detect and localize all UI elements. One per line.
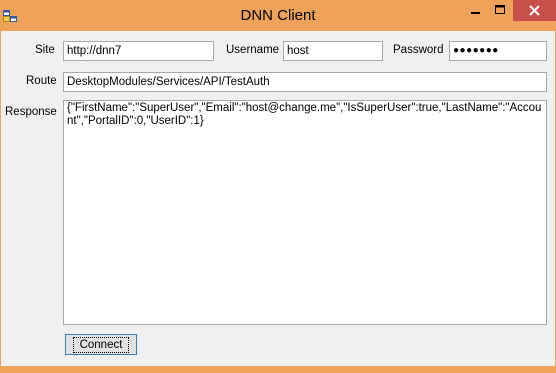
close-icon	[529, 5, 540, 16]
username-input[interactable]	[283, 41, 383, 61]
site-input[interactable]	[63, 41, 214, 61]
window-bottom-border	[0, 366, 556, 373]
client-area: Site Username Password ●●●●●●● Route Res…	[1, 31, 555, 366]
minimize-button[interactable]	[462, 0, 488, 21]
maximize-icon	[495, 5, 505, 14]
route-label: Route	[26, 75, 57, 87]
connect-button[interactable]: Connect	[65, 334, 137, 355]
route-input[interactable]	[63, 72, 547, 92]
response-label: Response	[5, 106, 57, 118]
site-label: Site	[35, 44, 55, 56]
title-bar[interactable]: DNN Client	[0, 0, 556, 31]
close-button[interactable]	[513, 0, 556, 21]
connect-label: Connect	[72, 336, 130, 353]
username-label: Username	[226, 44, 280, 56]
password-label: Password	[393, 44, 444, 56]
maximize-button[interactable]	[487, 0, 513, 21]
response-textarea[interactable]: {"FirstName":"SuperUser","Email":"host@c…	[63, 100, 547, 325]
minimize-icon	[471, 12, 480, 14]
password-input[interactable]: ●●●●●●●	[449, 41, 547, 61]
app-window: DNN Client Site Username Password ●●●●●●…	[0, 0, 556, 373]
